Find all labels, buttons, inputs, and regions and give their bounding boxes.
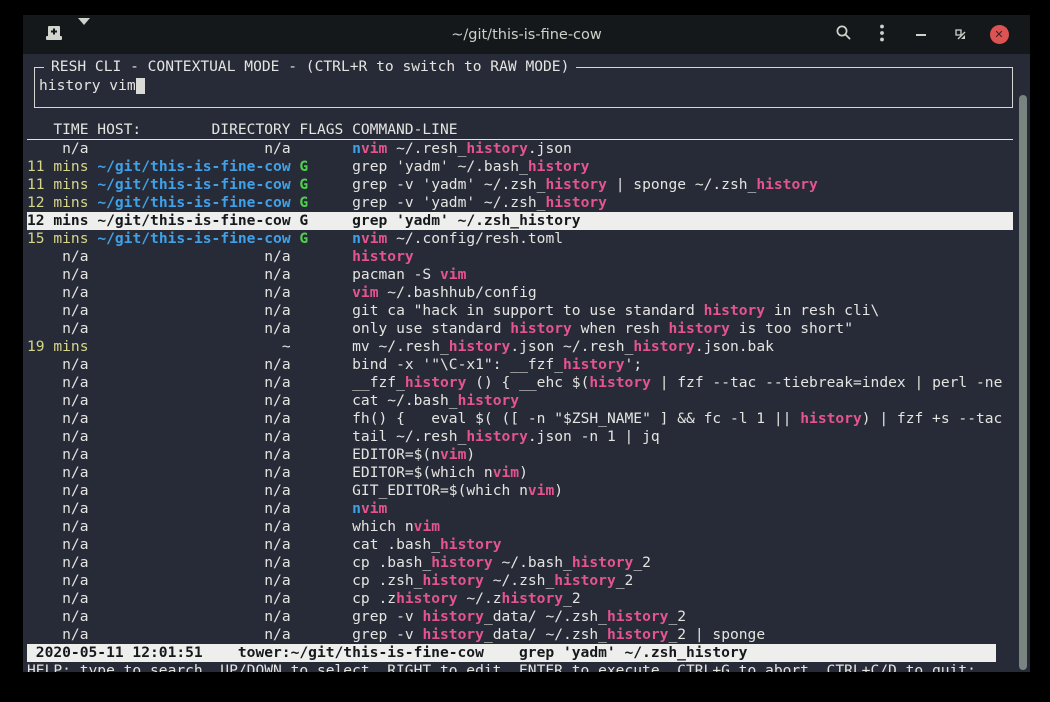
- history-row[interactable]: n/a n/a tail ~/.resh_history.json -n 1 |…: [27, 428, 1013, 446]
- history-row[interactable]: n/a n/a which nvim: [27, 518, 1013, 536]
- status-bar: 2020-05-11 12:01:51 tower:~/git/this-is-…: [27, 644, 996, 662]
- history-row[interactable]: n/a n/a EDITOR=$(which nvim): [27, 464, 1013, 482]
- history-row[interactable]: n/a n/a only use standard history when r…: [27, 320, 1013, 338]
- menu-kebab-icon: [880, 24, 884, 46]
- dropdown-chevron-icon: [78, 18, 90, 44]
- restore-button[interactable]: [945, 20, 975, 50]
- history-header: TIME HOST: DIRECTORY FLAGS COMMAND-LINE: [27, 121, 1013, 140]
- history-row[interactable]: n/a n/a cat .bash_history: [27, 536, 1013, 554]
- history-rows: n/a n/a nvim ~/.resh_history.json11 mins…: [27, 140, 1013, 644]
- history-row[interactable]: n/a n/a history: [27, 248, 1013, 266]
- minimize-icon: [916, 34, 926, 36]
- history-row[interactable]: n/a n/a cp .zsh_history ~/.zsh_history_2: [27, 572, 1013, 590]
- history-row[interactable]: n/a n/a grep -v history_data/ ~/.zsh_his…: [27, 608, 1013, 626]
- help-line: HELP: type to search, UP/DOWN to select,…: [27, 662, 1030, 672]
- history-row[interactable]: 11 mins ~/git/this-is-fine-cow G grep 'y…: [27, 158, 1013, 176]
- titlebar: ~/git/this-is-fine-cow: [23, 15, 1030, 54]
- history-row[interactable]: n/a n/a GIT_EDITOR=$(which nvim): [27, 482, 1013, 500]
- new-tab-dropdown[interactable]: [78, 25, 90, 44]
- resh-search-box: RESH CLI - CONTEXTUAL MODE - (CTRL+R to …: [34, 67, 1013, 108]
- new-tab-icon: [45, 25, 63, 45]
- history-row[interactable]: n/a n/a fh() { eval $( ([ -n "$ZSH_NAME"…: [27, 410, 1013, 428]
- history-table: TIME HOST: DIRECTORY FLAGS COMMAND-LINE …: [27, 121, 1013, 662]
- terminal-content: RESH CLI - CONTEXTUAL MODE - (CTRL+R to …: [23, 54, 1030, 672]
- history-row[interactable]: 11 mins ~/git/this-is-fine-cow G grep -v…: [27, 176, 1013, 194]
- minimize-button[interactable]: [906, 20, 936, 50]
- history-row[interactable]: n/a n/a cat ~/.bash_history: [27, 392, 1013, 410]
- history-row[interactable]: n/a n/a nvim ~/.resh_history.json: [27, 140, 1013, 158]
- history-row[interactable]: n/a n/a cp .bash_history ~/.bash_history…: [27, 554, 1013, 572]
- restore-icon: [955, 25, 966, 44]
- search-input[interactable]: history vim: [39, 77, 1012, 95]
- history-row[interactable]: n/a n/a __fzf_history () { __ehc $(histo…: [27, 374, 1013, 392]
- history-row[interactable]: n/a n/a nvim: [27, 500, 1013, 518]
- new-tab-button[interactable]: [43, 24, 65, 46]
- text-cursor: [136, 78, 145, 94]
- search-icon: [835, 24, 852, 45]
- history-row[interactable]: 19 mins ~ mv ~/.resh_history.json ~/.res…: [27, 338, 1013, 356]
- history-row[interactable]: n/a n/a git ca "hack in support to use s…: [27, 302, 1013, 320]
- history-row[interactable]: n/a n/a cp .zhistory ~/.zhistory_2: [27, 590, 1013, 608]
- history-row[interactable]: n/a n/a vim ~/.bashhub/config: [27, 284, 1013, 302]
- menu-button[interactable]: [867, 20, 897, 50]
- search-button[interactable]: [828, 20, 858, 50]
- history-row[interactable]: n/a n/a pacman -S vim: [27, 266, 1013, 284]
- history-row[interactable]: 15 mins ~/git/this-is-fine-cow G nvim ~/…: [27, 230, 1013, 248]
- history-row[interactable]: n/a n/a grep -v history_data/ ~/.zsh_his…: [27, 626, 1013, 644]
- history-row[interactable]: 12 mins ~/git/this-is-fine-cow G grep -v…: [27, 194, 1013, 212]
- resh-mode-title: RESH CLI - CONTEXTUAL MODE - (CTRL+R to …: [44, 58, 576, 76]
- search-query-text: history vim: [39, 77, 136, 95]
- close-button[interactable]: ✕: [984, 20, 1014, 50]
- scrollbar[interactable]: [1019, 95, 1027, 670]
- terminal-window: ~/git/this-is-fine-cow: [23, 15, 1030, 672]
- history-row-selected[interactable]: 12 mins ~/git/this-is-fine-cow G grep 'y…: [27, 212, 1013, 230]
- history-row[interactable]: n/a n/a EDITOR=$(nvim): [27, 446, 1013, 464]
- history-row[interactable]: n/a n/a bind -x '"\C-x1": __fzf_history'…: [27, 356, 1013, 374]
- scrollbar-thumb[interactable]: [1019, 95, 1027, 670]
- close-icon: ✕: [990, 25, 1009, 44]
